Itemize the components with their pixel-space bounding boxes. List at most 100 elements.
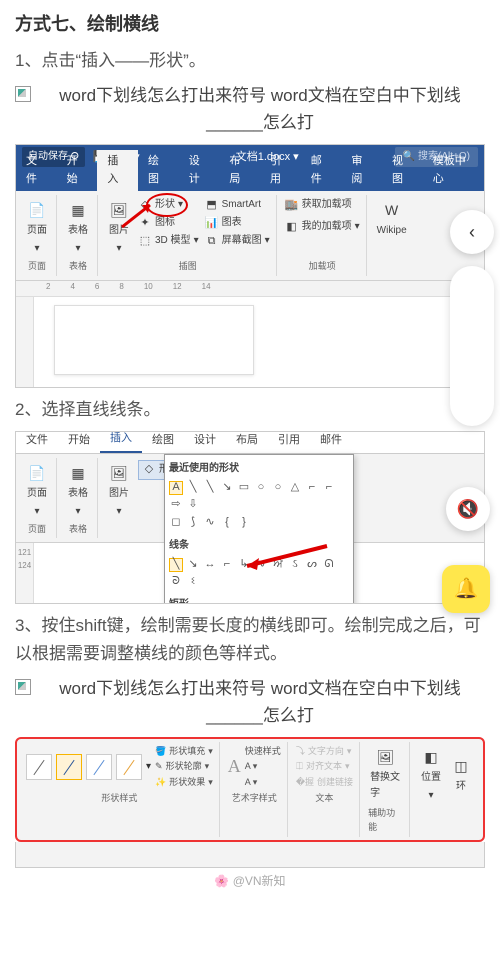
shape-arrow[interactable]: ⇨ (169, 498, 183, 512)
picture-icon: 🖼 (108, 462, 130, 484)
wordart-outline[interactable]: A ▾ (245, 775, 281, 789)
tab2-references[interactable]: 引用 (268, 431, 310, 453)
picture-button[interactable]: 🖼图片▾ (106, 197, 132, 259)
tab2-mailings[interactable]: 邮件 (310, 431, 352, 453)
shape-curly[interactable]: ⟆ (186, 516, 200, 530)
line-curve3[interactable]: ઽ (288, 558, 302, 572)
shape-outline-button[interactable]: ✎ 形状轮廓 ▾ (155, 759, 213, 773)
tab-review[interactable]: 审阅 (341, 150, 382, 191)
back-button[interactable]: ‹ (450, 210, 494, 254)
fmt-group-style: ▾ 🪣 形状填充 ▾ ✎ 形状轮廓 ▾ ✨ 形状效果 ▾ 形状样式 (20, 742, 220, 837)
fmt-group-assist: 🖼替换文字 辅助功能 (362, 742, 410, 837)
quick-style-button[interactable]: 快速样式 (245, 744, 281, 758)
get-addins-button[interactable]: 🏬获取加载项 (285, 197, 360, 213)
smartart-button[interactable]: ⬒SmartArt (205, 197, 270, 213)
position-button[interactable]: ◧位置▾ (418, 744, 444, 806)
shape-line[interactable]: ╲ (186, 481, 200, 495)
alt-text-button[interactable]: 🖼替换文字 (368, 744, 403, 804)
addin-icon: ◧ (285, 220, 299, 234)
shape-brace-r[interactable]: } (237, 516, 251, 530)
icons-button[interactable]: ✦图标 (138, 215, 199, 231)
shape-curve[interactable]: ∿ (203, 516, 217, 530)
tab2-file[interactable]: 文件 (16, 431, 58, 453)
line-elbow-arrow[interactable]: ↳ (237, 558, 251, 572)
tab2-insert[interactable]: 插入 (100, 431, 142, 453)
screenshot-button[interactable]: ⧉屏幕截图 ▾ (205, 233, 270, 249)
line-style-3[interactable] (86, 754, 112, 780)
line-free2[interactable]: ᘏ (322, 558, 336, 572)
wrap-button[interactable]: ◫环 (448, 753, 474, 797)
tab-draw[interactable]: 绘图 (138, 150, 179, 191)
table-button[interactable]: ▦表格▾ (65, 197, 91, 259)
my-addins-button[interactable]: ◧我的加载项 ▾ (285, 219, 360, 235)
page-button[interactable]: 📄页面▾ (24, 197, 50, 259)
shape-flow1[interactable]: ◻ (169, 516, 183, 530)
tab-references[interactable]: 引用 (260, 150, 301, 191)
shape-fill-button[interactable]: 🪣 形状填充 ▾ (155, 744, 213, 758)
shape-effects-button[interactable]: ✨ 形状效果 ▾ (155, 775, 213, 789)
shape-rect[interactable]: ▭ (237, 481, 251, 495)
shape-oval[interactable]: ○ (254, 481, 268, 495)
tab-view[interactable]: 视图 (382, 150, 423, 191)
shape-tri[interactable]: △ (288, 481, 302, 495)
tab-insert[interactable]: 插入 (97, 150, 138, 191)
text-direction: ⤵ 文字方向 ▾ (296, 744, 353, 758)
shape-elbow2[interactable]: ⌐ (322, 481, 336, 495)
dd-recent-title: 最近使用的形状 (169, 459, 349, 479)
tab-design[interactable]: 设计 (179, 150, 220, 191)
chart-button[interactable]: 📊图表 (205, 215, 270, 231)
tab2-design[interactable]: 设计 (184, 431, 226, 453)
line-elbow[interactable]: ⌐ (220, 558, 234, 572)
create-link: �握 创建链接 (296, 775, 353, 789)
line-style-4[interactable] (116, 754, 142, 780)
line-style-2[interactable] (56, 754, 82, 780)
line-free3[interactable]: ᘐ (169, 575, 183, 589)
tab-home[interactable]: 开始 (57, 150, 98, 191)
line-scribble[interactable]: ଽ (186, 575, 200, 589)
picture-button-2[interactable]: 🖼图片▾ (106, 460, 132, 522)
wordart-fill[interactable]: A ▾ (245, 759, 281, 773)
line-curve1[interactable]: ∿ (254, 558, 268, 572)
shape-line2[interactable]: ╲ (203, 481, 217, 495)
line-straight[interactable]: ╲ (169, 558, 183, 572)
tab-templates[interactable]: 模板中心 (423, 150, 484, 191)
page-button-2[interactable]: 📄页面▾ (24, 460, 50, 522)
document-page[interactable] (54, 305, 254, 375)
line-arrow[interactable]: ↘ (186, 558, 200, 572)
notification-button[interactable]: 🔔 (442, 565, 490, 613)
fmt-group-arrange: ◧位置▾ ◫环 (412, 742, 480, 837)
tab2-draw[interactable]: 绘图 (142, 431, 184, 453)
step-1-text: 1、点击“插入——形状”。 (15, 47, 485, 74)
tab2-layout[interactable]: 布局 (226, 431, 268, 453)
line-double[interactable]: ↔ (203, 558, 217, 572)
table-button-2[interactable]: ▦表格▾ (65, 460, 91, 522)
shape-brace-l[interactable]: { (220, 516, 234, 530)
dd-lines-row: ╲↘↔⌐↳∿ਐઽᔕᘏ ᘐଽ (169, 556, 349, 591)
tab2-home[interactable]: 开始 (58, 431, 100, 453)
shapes-button[interactable]: ◇形状 ▾ (138, 197, 199, 213)
group2-table: ▦表格▾ 表格 (59, 458, 98, 538)
line-free1[interactable]: ᔕ (305, 558, 319, 572)
shape-textbox[interactable]: A (169, 481, 183, 495)
floating-pill[interactable] (450, 266, 494, 426)
mute-button[interactable]: 🔇 (446, 487, 490, 531)
wikipedia-button[interactable]: WWikipe (375, 197, 409, 241)
chart-icon: 📊 (205, 216, 219, 230)
shape-arrow2[interactable]: ⇩ (186, 498, 200, 512)
group-page: 📄页面▾ 页面 (18, 195, 57, 275)
shape-connector[interactable]: ↘ (220, 481, 234, 495)
tab-file[interactable]: 文件 (16, 150, 57, 191)
doc-canvas: 2468101214 (16, 281, 484, 387)
bell-icon: 🔔 (454, 573, 479, 605)
tab-layout[interactable]: 布局 (219, 150, 260, 191)
line-style-1[interactable] (26, 754, 52, 780)
page-icon: 📄 (26, 199, 48, 221)
tab-mailings[interactable]: 邮件 (301, 150, 342, 191)
shape-oval2[interactable]: ○ (271, 481, 285, 495)
vertical-ruler-2: 121124 (16, 543, 34, 603)
3dmodel-button[interactable]: ⬚3D 模型 ▾ (138, 233, 199, 249)
alttext-icon: 🖼 (375, 746, 397, 768)
shape-elbow[interactable]: ⌐ (305, 481, 319, 495)
line-curve2[interactable]: ਐ (271, 558, 285, 572)
style-more[interactable]: ▾ (146, 759, 151, 775)
